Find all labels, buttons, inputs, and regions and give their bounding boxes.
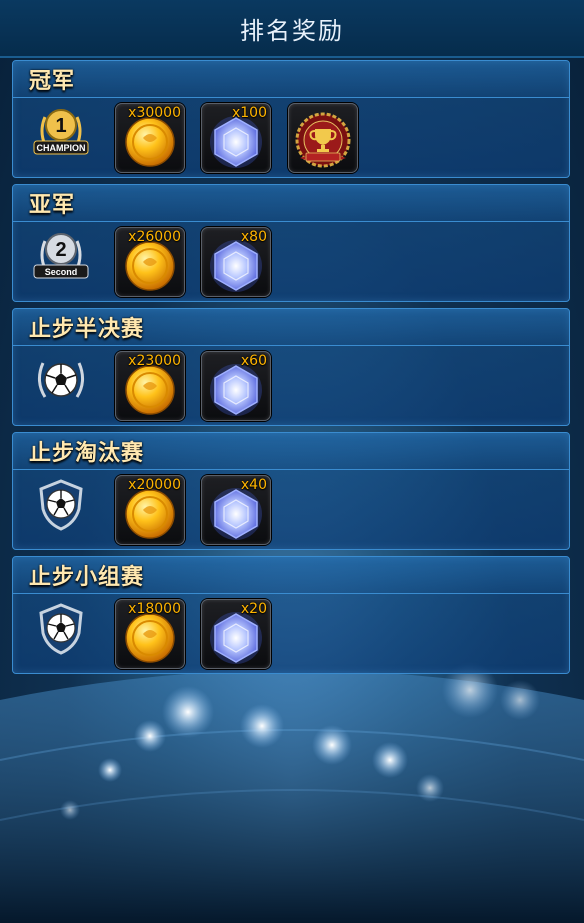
rank-reward-panel: 止步半决赛 x23000 x60 bbox=[12, 308, 570, 426]
reward-slot-trophy-badge[interactable] bbox=[288, 103, 358, 173]
reward-slot-gold-coin[interactable]: x23000 bbox=[115, 351, 185, 421]
rank-reward-panel: 止步淘汰赛 x20000 x40 bbox=[12, 432, 570, 550]
badge-number: 2 bbox=[55, 239, 66, 261]
reward-quantity: x23000 bbox=[128, 353, 181, 369]
rank-header: 止步淘汰赛 bbox=[13, 433, 569, 470]
reward-quantity: x26000 bbox=[128, 229, 181, 245]
reward-quantity: x20000 bbox=[128, 477, 181, 493]
rank-header: 冠军 bbox=[13, 61, 569, 98]
page-title: 排名奖励 bbox=[240, 16, 344, 45]
rank-header: 止步半决赛 bbox=[13, 309, 569, 346]
second-medal-icon: 2 Second bbox=[31, 227, 91, 287]
reward-quantity: x30000 bbox=[128, 105, 181, 121]
reward-slot-blue-gem[interactable]: x40 bbox=[201, 475, 271, 545]
header-bar: 排名奖励 bbox=[0, 0, 584, 58]
trophy-badge-icon bbox=[295, 112, 351, 168]
rank-reward-panel: 止步小组赛 x18000 x20 bbox=[12, 556, 570, 674]
badge-label: Second bbox=[45, 267, 78, 277]
reward-slot-gold-coin[interactable]: x18000 bbox=[115, 599, 185, 669]
rank-title: 止步小组赛 bbox=[29, 565, 145, 590]
reward-quantity: x40 bbox=[240, 477, 267, 493]
reward-quantity: x100 bbox=[231, 105, 267, 121]
reward-slot-gold-coin[interactable]: x20000 bbox=[115, 475, 185, 545]
reward-quantity: x60 bbox=[240, 353, 267, 369]
reward-slot-gold-coin[interactable]: x30000 bbox=[115, 103, 185, 173]
reward-quantity: x18000 bbox=[128, 601, 181, 617]
reward-slot-blue-gem[interactable]: x20 bbox=[201, 599, 271, 669]
reward-quantity: x20 bbox=[240, 601, 267, 617]
rank-title: 亚军 bbox=[29, 193, 76, 218]
rank-reward-panel: 冠军 1 CHAMPION x30000 x100 bbox=[12, 60, 570, 178]
reward-slot-blue-gem[interactable]: x100 bbox=[201, 103, 271, 173]
reward-slot-blue-gem[interactable]: x80 bbox=[201, 227, 271, 297]
rank-title: 冠军 bbox=[29, 69, 76, 94]
badge-label: CHAMPION bbox=[37, 143, 86, 153]
shield-football-icon bbox=[31, 475, 91, 535]
reward-slot-blue-gem[interactable]: x60 bbox=[201, 351, 271, 421]
rank-header: 止步小组赛 bbox=[13, 557, 569, 594]
champion-medal-icon: 1 CHAMPION bbox=[31, 103, 91, 163]
laurel-football-icon bbox=[31, 351, 91, 411]
reward-quantity: x80 bbox=[240, 229, 267, 245]
rank-title: 止步淘汰赛 bbox=[29, 441, 145, 466]
rank-header: 亚军 bbox=[13, 185, 569, 222]
badge-number: 1 bbox=[55, 115, 66, 137]
reward-slot-gold-coin[interactable]: x26000 bbox=[115, 227, 185, 297]
shield-football-icon bbox=[31, 599, 91, 659]
rank-reward-panel: 亚军 2 Second x26000 x80 bbox=[12, 184, 570, 302]
rank-title: 止步半决赛 bbox=[29, 317, 145, 342]
